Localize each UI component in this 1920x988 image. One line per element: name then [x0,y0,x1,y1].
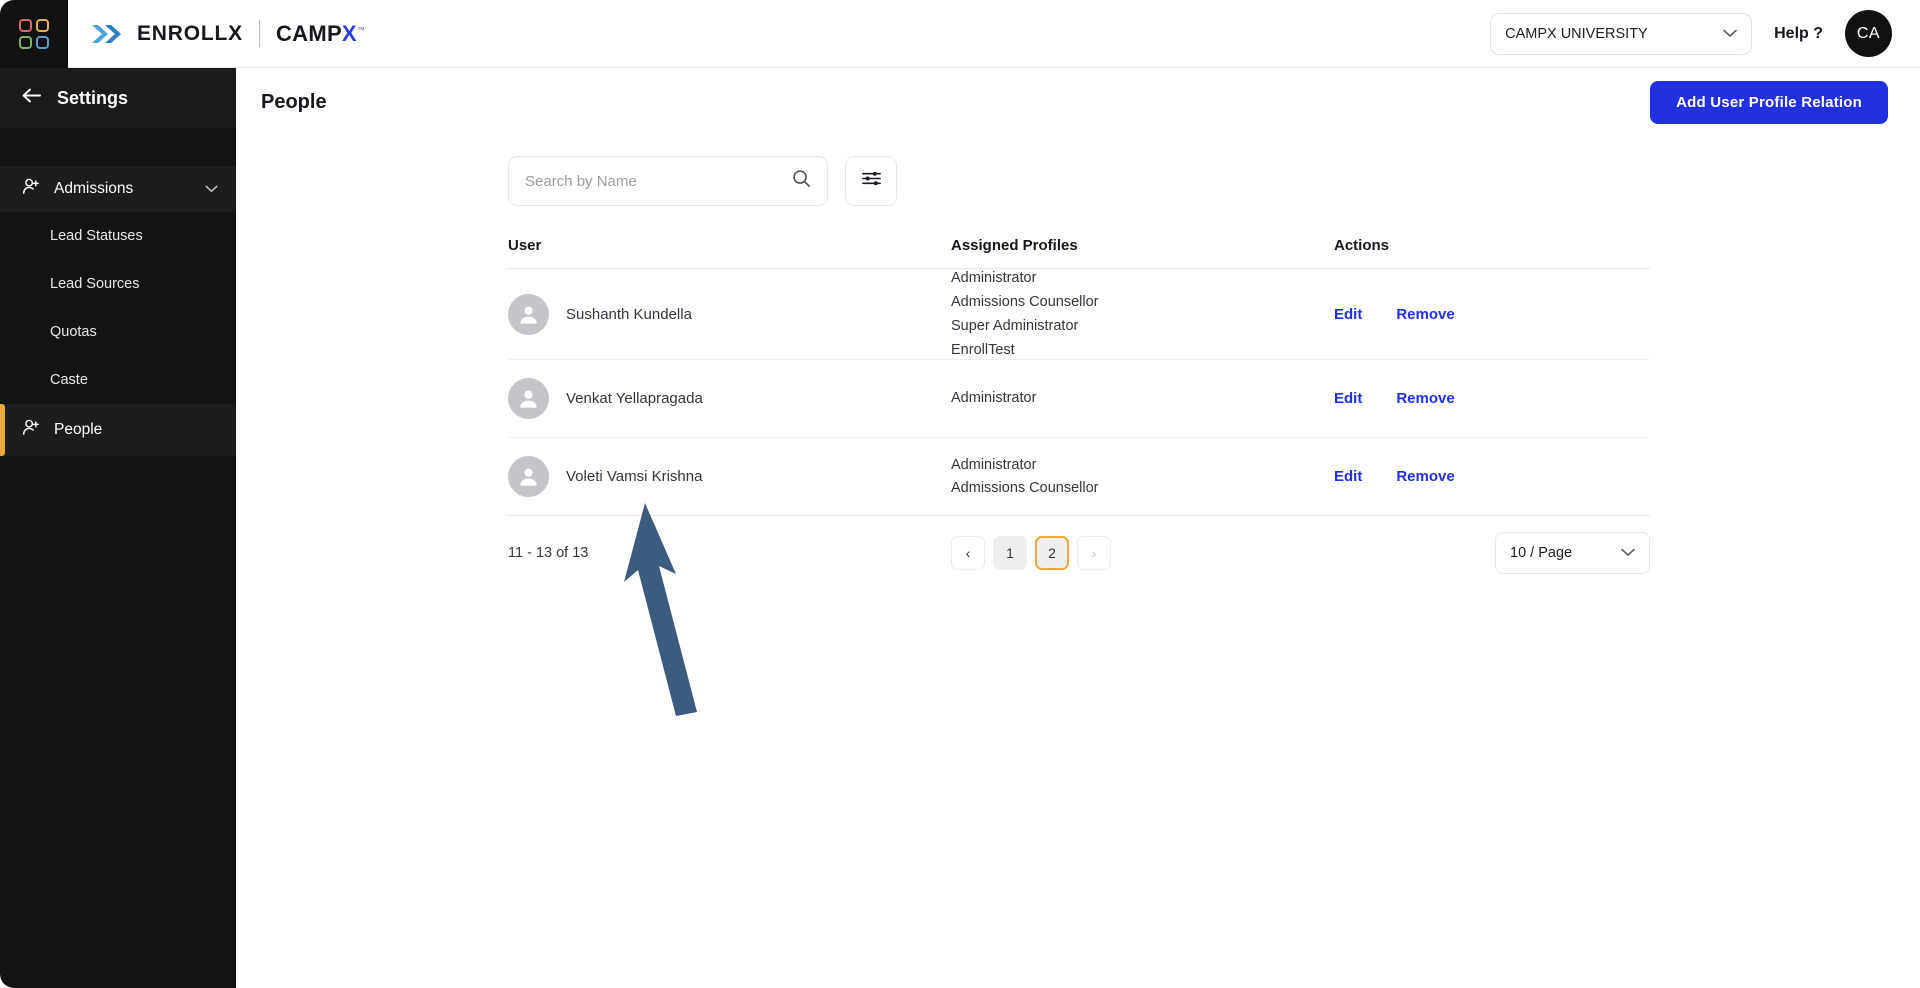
remove-link[interactable]: Remove [1396,468,1454,485]
sidebar-back-to-settings[interactable]: Settings [0,68,236,128]
logo-square-green [19,35,32,49]
pagination-next-button[interactable]: › [1077,536,1111,571]
brand-divider [258,20,260,47]
sidebar-item-lead-sources[interactable]: Lead Sources [0,260,236,308]
brand-name-campx: CAMPX™ [276,21,365,47]
people-table: User Assigned Profiles Actions Sushanth [508,237,1650,517]
table-header-row: User Assigned Profiles Actions [508,237,1650,269]
sidebar-spacer [0,128,236,166]
sidebar-item-label: Caste [50,372,88,388]
profile-item: EnrollTest [951,341,1015,358]
user-add-icon [22,418,41,442]
assigned-profiles-cell: Administrator [951,389,1334,408]
user-cell: Voleti Vamsi Krishna [508,456,951,498]
page-title: People [261,90,327,113]
profile-item: Administrator [951,390,1037,407]
grid-4-squares-icon [19,18,49,49]
search-input[interactable] [525,172,792,190]
app-logo-tile[interactable] [0,0,68,68]
top-bar-right: CAMPX UNIVERSITY Help ? CA [1490,10,1920,57]
search-icon[interactable] [792,169,811,193]
pagination: 11 - 13 of 13 ‹ 1 2 › 10 / Page [508,516,1650,590]
sidebar-item-quotas[interactable]: Quotas [0,308,236,356]
user-cell: Sushanth Kundella [508,293,951,335]
help-button[interactable]: Help ? [1774,25,1823,43]
filter-sliders-icon [861,168,882,194]
per-page-value: 10 / Page [1510,545,1573,562]
sidebar-item-lead-statuses[interactable]: Lead Statuses [0,212,236,260]
logo-square-red [19,18,32,32]
brand-logo[interactable]: ENROLLX CAMPX™ [90,20,365,47]
chevron-down-icon [205,180,218,198]
logo-square-blue [36,35,49,49]
per-page-selector[interactable]: 10 / Page [1495,532,1650,575]
user-name: Sushanth Kundella [566,305,692,323]
pagination-range: 11 - 13 of 13 [508,545,589,562]
app-window: ENROLLX CAMPX™ CAMPX UNIVERSITY Help ? C… [0,0,1920,988]
column-header-profiles: Assigned Profiles [951,237,1078,254]
chevron-down-icon [1723,26,1737,42]
pagination-page-1[interactable]: 1 [993,536,1027,571]
search-box[interactable] [508,156,828,206]
brand-name-enrollx: ENROLLX [137,21,243,45]
search-row [508,156,1920,206]
pagination-prev-button[interactable]: ‹ [951,536,985,571]
user-name: Venkat Yellapragada [566,390,703,408]
column-header-actions: Actions [1334,237,1390,254]
pagination-controls: ‹ 1 2 › [951,536,1111,571]
arrow-left-icon [22,88,41,108]
edit-link[interactable]: Edit [1334,390,1362,407]
sidebar-item-label: People [54,421,103,438]
profile-item: Admissions Counsellor [951,480,1099,497]
pagination-page-2[interactable]: 2 [1035,536,1069,571]
sidebar-item-label: Quotas [50,324,97,340]
add-user-profile-relation-button[interactable]: Add User Profile Relation [1650,80,1888,124]
user-cell: Venkat Yellapragada [508,378,951,420]
sidebar: Settings Admissions Lead Statuses Lead S… [0,68,236,988]
organization-selector-value: CAMPX UNIVERSITY [1505,25,1648,42]
actions-cell: Edit Remove [1334,468,1650,485]
sidebar-item-people[interactable]: People [0,404,236,456]
sidebar-title: Settings [57,87,129,108]
top-bar: ENROLLX CAMPX™ CAMPX UNIVERSITY Help ? C… [0,0,1920,68]
organization-selector[interactable]: CAMPX UNIVERSITY [1490,12,1753,55]
content-area: User Assigned Profiles Actions Sushanth [236,136,1920,590]
sidebar-group-admissions[interactable]: Admissions [0,166,236,212]
page-header: People Add User Profile Relation [236,68,1920,136]
remove-link[interactable]: Remove [1396,390,1454,407]
profile-item: Administrator [951,270,1037,286]
edit-link[interactable]: Edit [1334,306,1362,323]
actions-cell: Edit Remove [1334,306,1650,323]
logo-square-yellow [36,18,49,32]
user-name: Voleti Vamsi Krishna [566,468,703,486]
sidebar-item-label: Lead Sources [50,276,140,292]
remove-link[interactable]: Remove [1396,306,1454,323]
table-row: Voleti Vamsi Krishna Administrator Admis… [508,438,1650,517]
avatar [508,378,549,420]
chevron-down-icon [1621,545,1635,561]
profile-item: Admissions Counsellor [951,293,1099,310]
profile-item: Administrator [951,456,1037,473]
user-avatar[interactable]: CA [1845,10,1892,57]
table-row: Sushanth Kundella Administrator Admissio… [508,269,1650,361]
assigned-profiles-cell: Administrator Admissions Counsellor Supe… [951,269,1334,359]
avatar [508,456,549,498]
avatar [508,293,549,335]
filter-button[interactable] [845,156,897,206]
brand-campx-accent: X [341,20,357,46]
brand-campx-text: CAMP [275,20,342,46]
sidebar-item-label: Lead Statuses [50,228,143,244]
user-add-icon [22,177,41,201]
profile-item: Super Administrator [951,317,1079,334]
trademark-symbol: ™ [356,25,366,35]
table-row: Venkat Yellapragada Administrator Edit R… [508,360,1650,439]
sidebar-item-caste[interactable]: Caste [0,356,236,404]
main-content: People Add User Profile Relation Search … [236,68,1920,988]
assigned-profiles-cell: Administrator Admissions Counsellor [951,456,1334,499]
edit-link[interactable]: Edit [1334,468,1362,485]
sidebar-group-label: Admissions [54,180,134,197]
double-chevron-right-icon [90,23,124,45]
actions-cell: Edit Remove [1334,390,1650,407]
column-header-user: User [508,237,542,254]
